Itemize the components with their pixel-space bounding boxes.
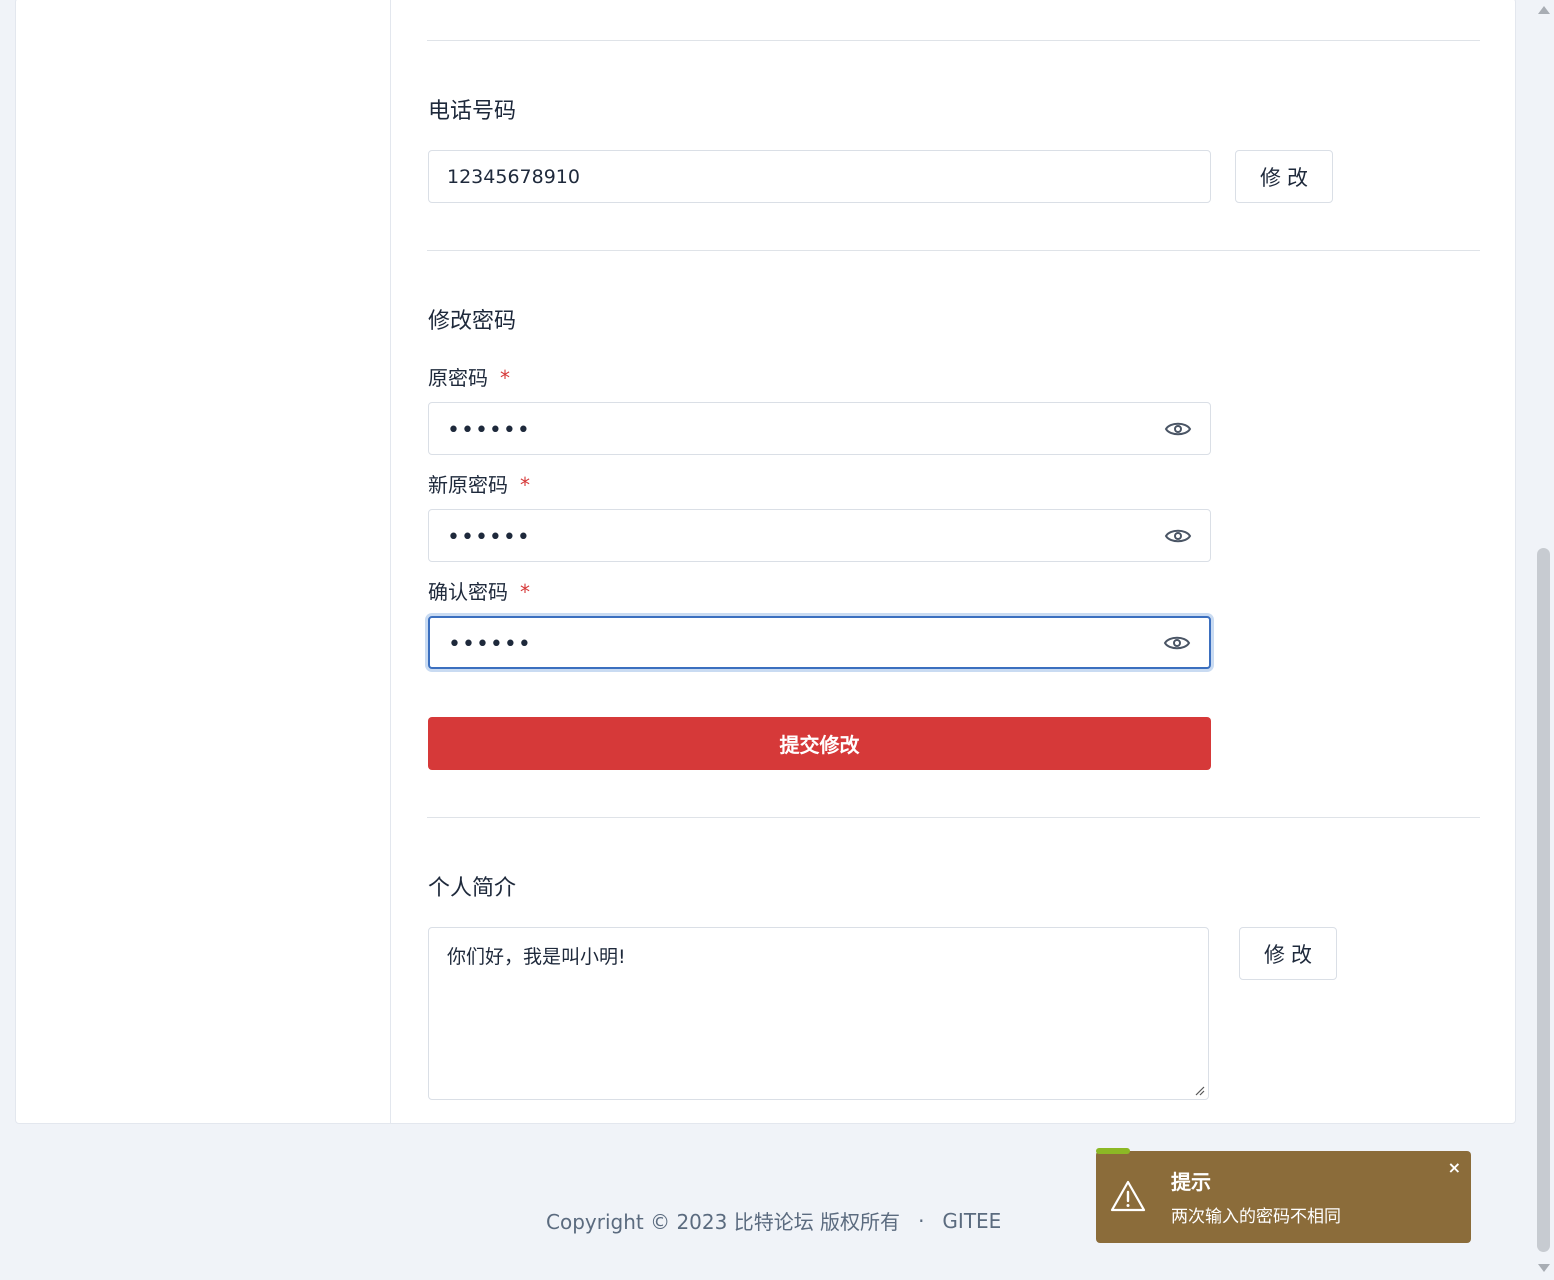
old-password-label: 原密码 * (428, 362, 510, 391)
eye-icon[interactable] (1163, 633, 1191, 653)
footer-separator: · (918, 1208, 925, 1233)
divider (427, 250, 1480, 251)
old-password-input[interactable]: •••••• (428, 402, 1211, 455)
toast-message: 两次输入的密码不相同 (1171, 1207, 1341, 1227)
required-mark: * (520, 473, 530, 497)
phone-section-title: 电话号码 (428, 99, 517, 124)
warning-icon (1110, 1180, 1146, 1212)
old-password-label-text: 原密码 (428, 366, 488, 390)
toast-title: 提示 (1171, 1170, 1211, 1194)
settings-card: 电话号码 12345678910 修改 修改密码 原密码 * •••••• 新原密… (15, 0, 1516, 1124)
scroll-down-arrow[interactable] (1538, 1264, 1550, 1272)
new-password-value: •••••• (447, 524, 531, 550)
confirm-password-value: •••••• (448, 631, 532, 657)
eye-icon[interactable] (1164, 526, 1192, 546)
old-password-value: •••••• (447, 417, 531, 443)
password-section-title: 修改密码 (428, 309, 517, 334)
submit-password-button[interactable]: 提交修改 (428, 717, 1211, 770)
new-password-label: 新原密码 * (428, 469, 530, 498)
sidebar-column (16, 0, 391, 1123)
scroll-thumb[interactable] (1537, 548, 1550, 1252)
divider (427, 817, 1480, 818)
bio-section-title: 个人简介 (428, 876, 517, 901)
bio-textarea[interactable]: 你们好，我是叫小明! (428, 927, 1209, 1100)
phone-input-value: 12345678910 (447, 165, 580, 188)
confirm-password-label: 确认密码 * (428, 576, 530, 605)
new-password-input[interactable]: •••••• (428, 509, 1211, 562)
scroll-up-arrow[interactable] (1538, 6, 1550, 14)
new-password-label-text: 新原密码 (428, 473, 508, 497)
required-mark: * (500, 366, 510, 390)
footer-copyright: Copyright © 2023 比特论坛 版权所有 (546, 1210, 901, 1234)
phone-edit-button[interactable]: 修改 (1235, 150, 1333, 203)
resize-handle-icon[interactable] (1195, 1086, 1205, 1096)
divider (427, 40, 1480, 41)
required-mark: * (520, 580, 530, 604)
toast-notification: 提示 两次输入的密码不相同 × (1096, 1148, 1471, 1243)
bio-textarea-value: 你们好，我是叫小明! (447, 946, 626, 968)
footer: Copyright © 2023 比特论坛 版权所有 · GITEE (546, 1206, 1001, 1235)
vertical-scrollbar[interactable] (1535, 0, 1554, 1280)
toast-progress-bar (1096, 1148, 1130, 1154)
eye-icon[interactable] (1164, 419, 1192, 439)
confirm-password-input[interactable]: •••••• (428, 616, 1211, 669)
bio-edit-button[interactable]: 修改 (1239, 927, 1337, 980)
close-icon[interactable]: × (1448, 1158, 1461, 1177)
phone-input[interactable]: 12345678910 (428, 150, 1211, 203)
footer-gitee-link[interactable]: GITEE (942, 1209, 1001, 1233)
confirm-password-label-text: 确认密码 (428, 580, 508, 604)
